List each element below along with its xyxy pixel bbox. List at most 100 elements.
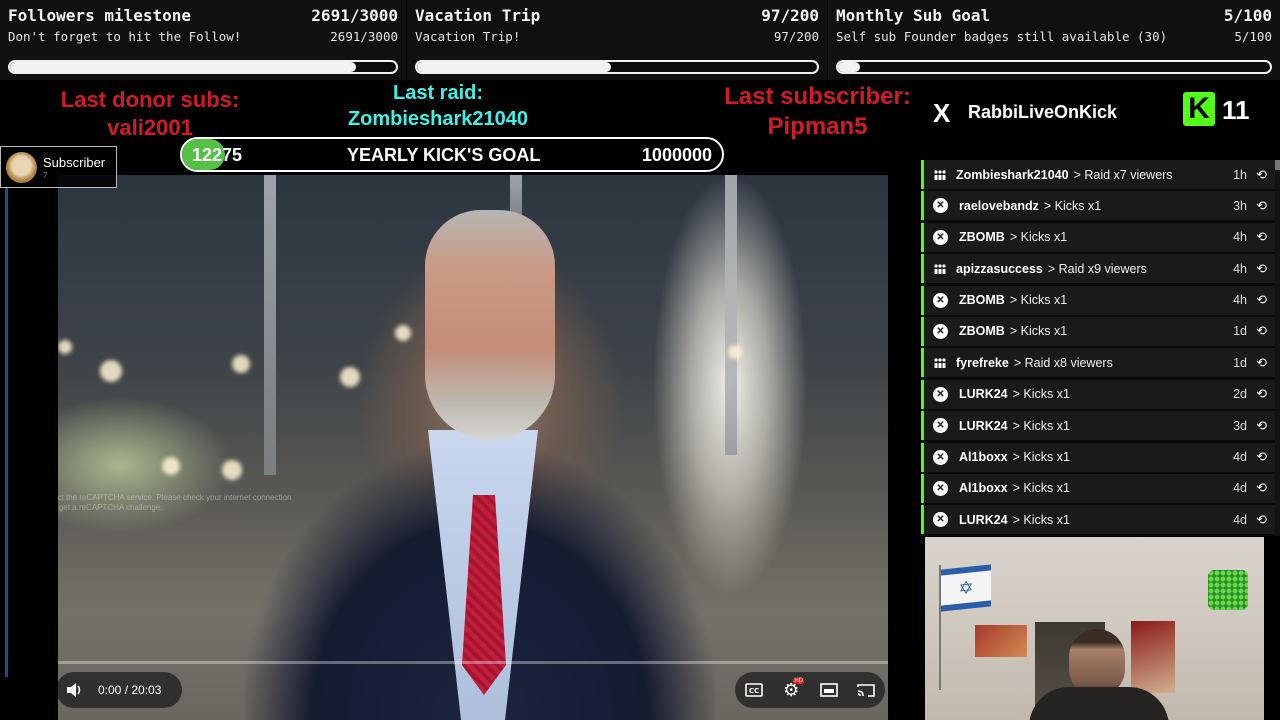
goal-count: 5/100 — [1223, 6, 1272, 25]
goal-progress-fill — [10, 62, 357, 72]
raid-icon — [930, 169, 950, 181]
replay-icon[interactable]: ⟲ — [1256, 198, 1267, 214]
goal-count: 97/200 — [761, 6, 819, 25]
avatar — [6, 152, 37, 183]
goal-title: Followers milestone — [8, 6, 192, 25]
subscriber-badge-count: 7 — [43, 171, 48, 180]
kick-icon: ✕ — [933, 292, 948, 308]
event-row: ✕ LURK24 > Kicks x1 4d ⟲ — [921, 505, 1275, 535]
events-feed[interactable]: Zombieshark21040 > Raid x7 viewers 1h ⟲ ✕ rae… — [921, 160, 1275, 536]
event-row: ✕ raelovebandz > Kicks x1 3h ⟲ — [921, 191, 1275, 221]
captions-button[interactable]: CC — [735, 672, 773, 708]
event-row: ✕ ZBOMB > Kicks x1 4h ⟲ — [921, 285, 1275, 315]
goal-title: Vacation Trip — [415, 6, 541, 25]
replay-icon[interactable]: ⟲ — [1256, 292, 1267, 308]
event-user: ZBOMB — [959, 230, 1005, 245]
event-time: 1d — [1233, 355, 1247, 370]
video-settings-group: CC ⚙ HD — [735, 672, 885, 708]
wall-picture — [975, 625, 1027, 657]
background-light — [222, 460, 242, 480]
event-user: raelovebandz — [959, 198, 1039, 213]
kick-icon: ✕ — [933, 449, 948, 465]
replay-icon[interactable]: ⟲ — [1256, 418, 1267, 434]
goal-monthly-sub: Monthly Sub Goal 5/100 Self sub Founder b… — [828, 0, 1280, 80]
video-time: 0:00 / 20:03 — [98, 683, 162, 697]
goal-progress-bar — [836, 60, 1272, 74]
goal-count: 2691/3000 — [311, 6, 398, 25]
kick-icon: ✕ — [933, 512, 948, 528]
left-sidebar-strip — [0, 175, 58, 720]
webcam-feed: ✡ — [925, 537, 1264, 720]
event-time: 1h — [1233, 167, 1247, 182]
last-raid-name: Zombieshark21040 — [347, 108, 529, 130]
replay-icon[interactable]: ⟲ — [1256, 261, 1267, 277]
goal-sub-count: 97/200 — [773, 29, 819, 44]
background-light — [162, 457, 180, 475]
kick-icon: ✕ — [933, 386, 948, 402]
replay-icon[interactable]: ⟲ — [1256, 323, 1267, 339]
event-row: ✕ Al1boxx > Kicks x1 4d ⟲ — [921, 473, 1275, 503]
volume-button[interactable] — [56, 672, 94, 708]
event-action: > Raid x8 viewers — [1013, 355, 1113, 370]
event-row: Zombieshark21040 > Raid x7 viewers 1h ⟲ — [921, 160, 1275, 189]
scrollbar-thumb[interactable] — [1275, 160, 1280, 170]
last-donor-label: Last donor subs: — [60, 87, 240, 112]
replay-icon[interactable]: ⟲ — [1256, 480, 1267, 496]
miniplayer-button[interactable] — [810, 672, 848, 708]
replay-icon[interactable]: ⟲ — [1256, 167, 1267, 183]
video-progress-bar[interactable] — [58, 661, 890, 664]
last-subscriber-label: Last subscriber: — [724, 83, 911, 110]
goal-sub-count: 5/100 — [1234, 29, 1272, 44]
cast-button[interactable] — [848, 672, 886, 708]
replay-icon[interactable]: ⟲ — [1256, 512, 1267, 528]
event-time: 4d — [1233, 481, 1247, 496]
background-light — [58, 340, 72, 354]
event-action: > Kicks x1 — [1009, 324, 1068, 339]
miniplayer-icon — [819, 683, 838, 697]
subscriber-badge[interactable]: Subscriber 7 — [0, 146, 117, 188]
video-right-border — [888, 175, 920, 720]
kick-icon: ✕ — [933, 198, 948, 214]
goal-progress-bar — [415, 60, 819, 74]
subscriber-badge-label: Subscriber — [43, 155, 106, 170]
goal-followers: Followers milestone 2691/3000 Don't forge… — [0, 0, 406, 80]
kick-icon: ✕ — [933, 229, 948, 245]
kick-icon: ✕ — [933, 480, 948, 496]
cc-icon: CC — [744, 683, 763, 697]
settings-button[interactable]: ⚙ HD — [773, 672, 811, 708]
last-subscriber-name: Pipman5 — [767, 113, 868, 140]
x-logo-icon: X — [933, 98, 951, 128]
event-user: fyrefreke — [956, 355, 1009, 370]
event-action: > Kicks x1 — [1043, 198, 1102, 213]
event-user: LURK24 — [959, 418, 1008, 433]
event-action: > Kicks x1 — [1012, 418, 1070, 433]
yearly-kick-goal-bar: 12275 YEARLY KICK'S GOAL 1000000 — [180, 137, 724, 172]
kick-logo-icon: K — [1183, 92, 1215, 126]
event-time: 4d — [1233, 512, 1247, 527]
event-time: 4d — [1233, 450, 1247, 465]
replay-icon[interactable]: ⟲ — [1256, 449, 1267, 465]
cast-icon — [857, 684, 876, 697]
events-scrollbar[interactable] — [1275, 160, 1280, 536]
event-row: ✕ LURK24 > Kicks x1 2d ⟲ — [921, 379, 1275, 409]
event-time: 4h — [1233, 230, 1247, 245]
event-time: 3d — [1233, 418, 1247, 433]
background-lamppost — [264, 175, 276, 475]
goal-sub-count: 2691/3000 — [330, 29, 398, 44]
event-user: ZBOMB — [959, 324, 1005, 339]
goal-progress-bar — [8, 60, 398, 74]
kick-icon: ✕ — [933, 418, 948, 434]
webcam-person — [1029, 629, 1169, 720]
video-player[interactable]: Cannot contact the reCAPTCHA service. Pl… — [0, 175, 920, 720]
event-time: 4h — [1233, 261, 1247, 276]
event-user: LURK24 — [959, 387, 1008, 402]
background-light — [100, 360, 122, 382]
event-user: Al1boxx — [959, 450, 1008, 465]
event-action: > Kicks x1 — [1012, 387, 1070, 402]
replay-icon[interactable]: ⟲ — [1256, 355, 1267, 371]
event-row: ✕ ZBOMB > Kicks x1 1d ⟲ — [921, 316, 1275, 346]
event-time: 2d — [1233, 387, 1247, 402]
event-time: 1d — [1233, 324, 1247, 339]
replay-icon[interactable]: ⟲ — [1256, 386, 1267, 402]
replay-icon[interactable]: ⟲ — [1256, 229, 1267, 245]
